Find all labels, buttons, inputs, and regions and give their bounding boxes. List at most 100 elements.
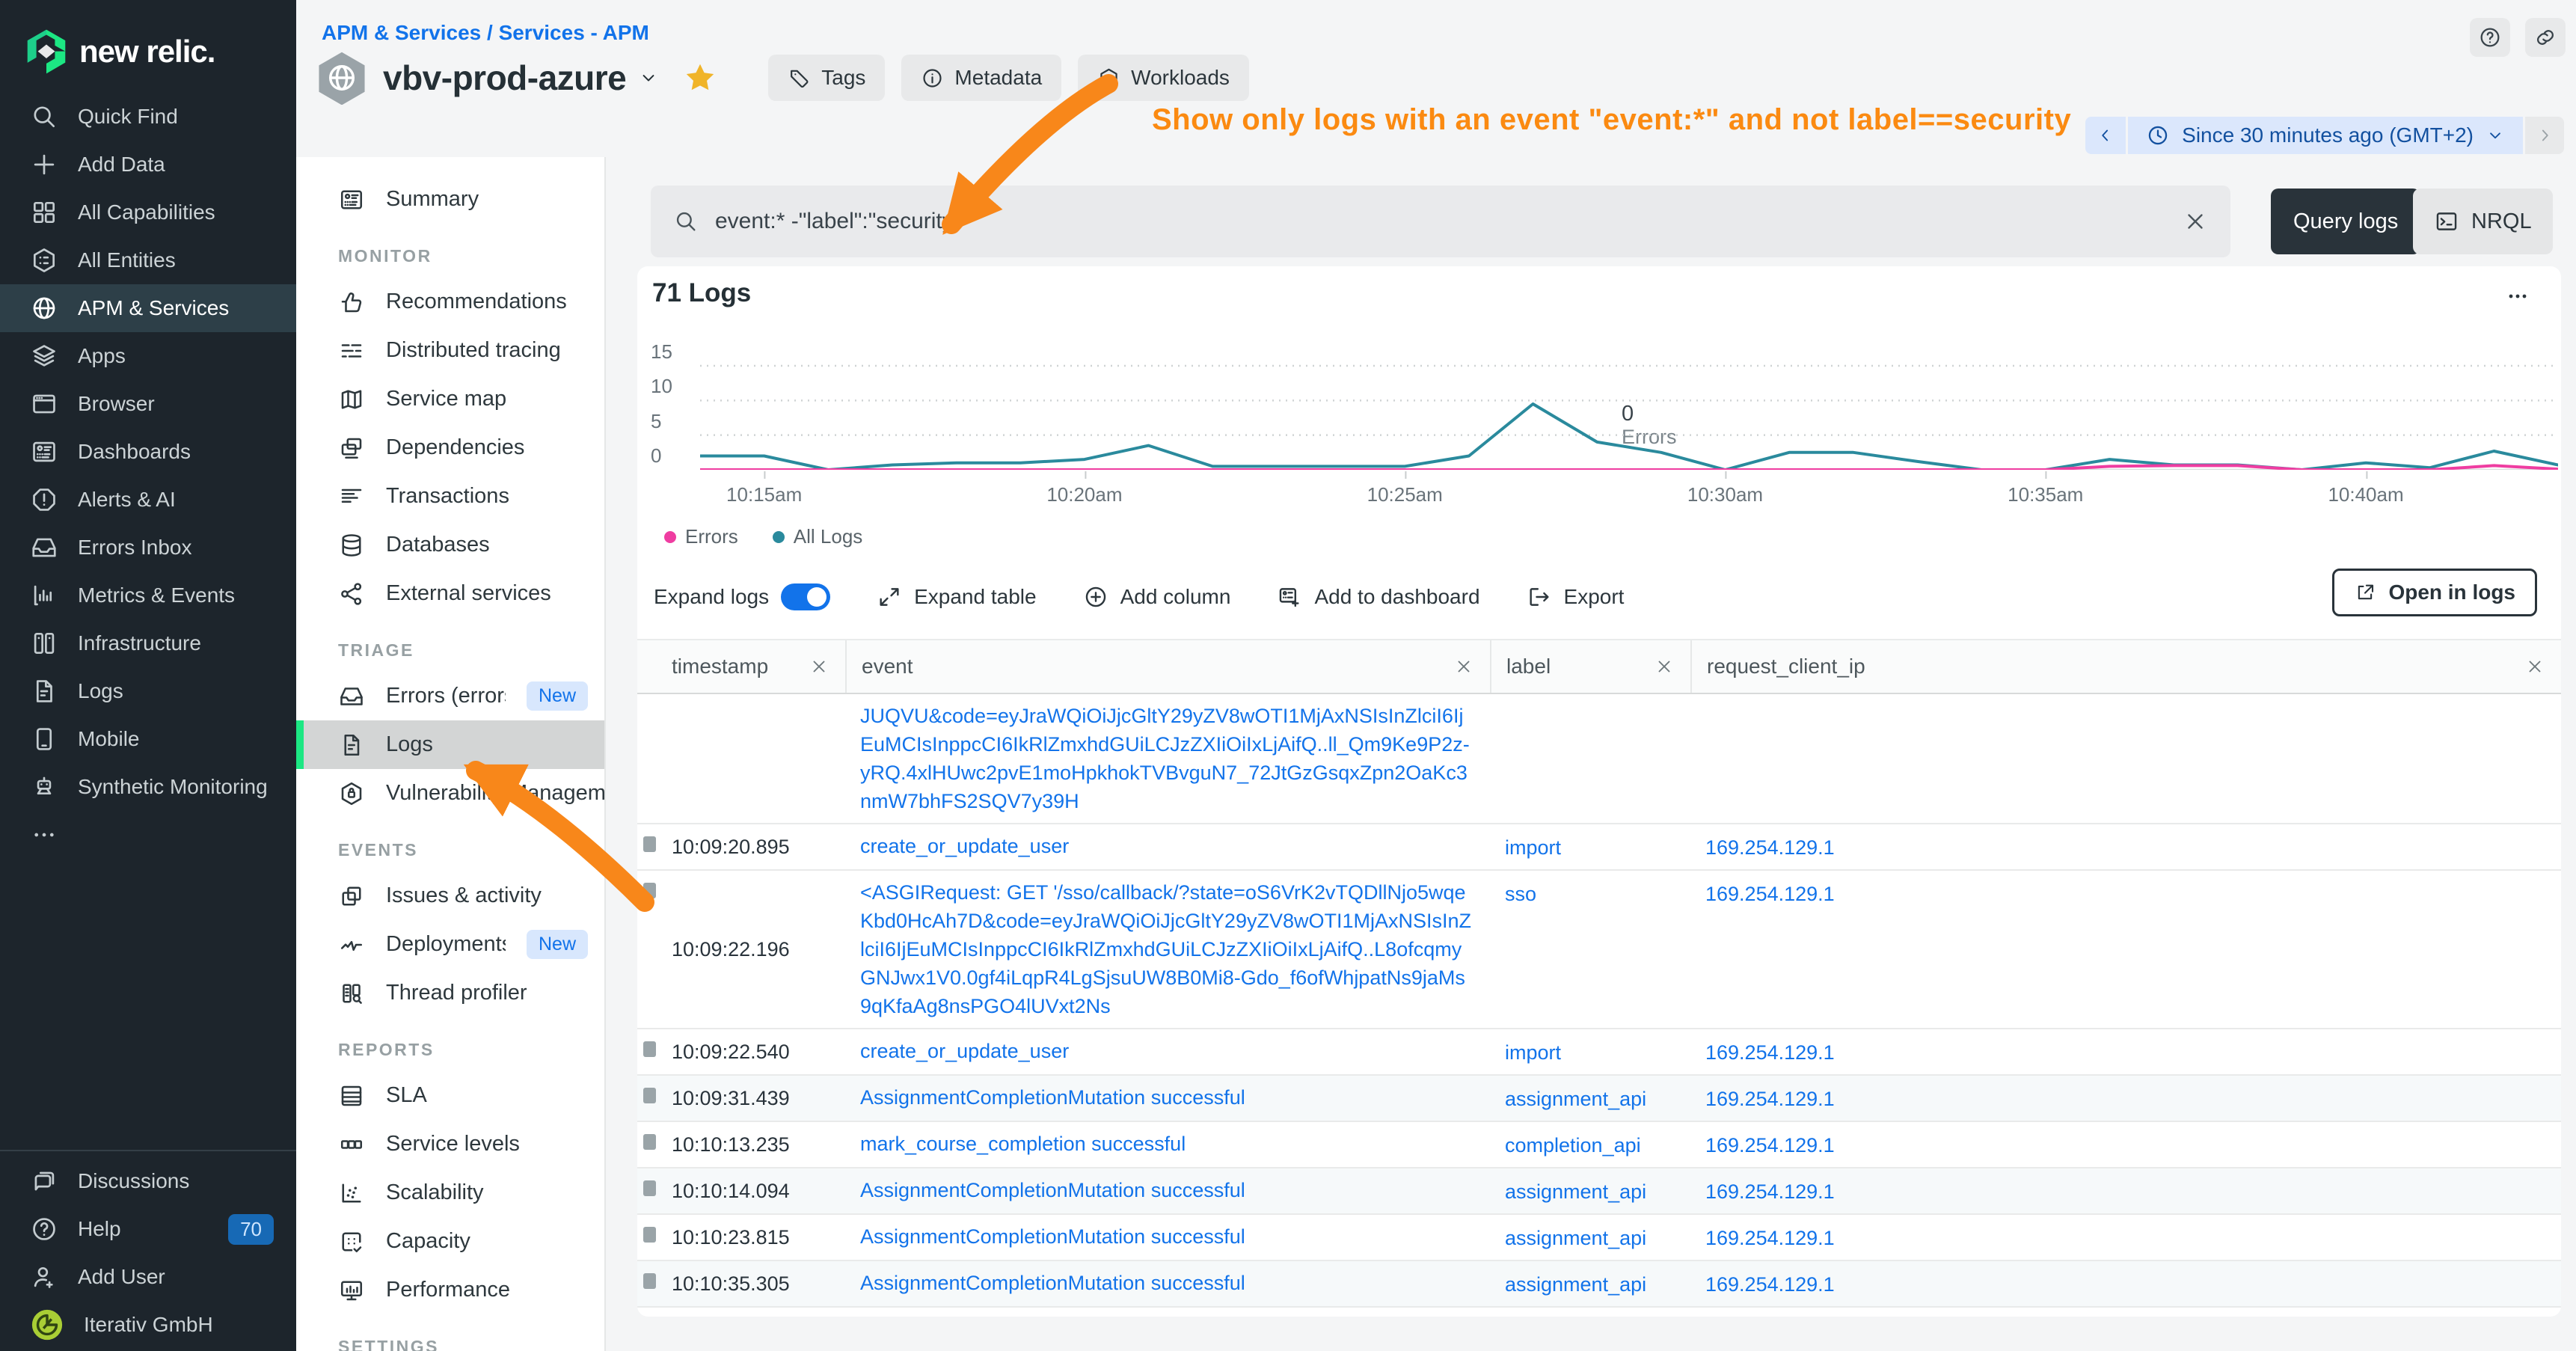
add-to-dashboard-button[interactable]: Add to dashboard	[1277, 584, 1479, 610]
subnav-item-dependencies[interactable]: Dependencies	[296, 423, 604, 472]
sidebar-item-metrics-events[interactable]: Metrics & Events	[0, 572, 296, 619]
sidebar-item-logs[interactable]: Logs	[0, 667, 296, 715]
copy-link-button[interactable]	[2525, 18, 2566, 57]
chevron-down-icon[interactable]	[638, 67, 659, 88]
ip-link[interactable]: 169.254.129.1	[1705, 880, 1835, 908]
sidebar-item-browser[interactable]: Browser	[0, 380, 296, 428]
subnav-item-service-levels[interactable]: Service levels	[296, 1120, 604, 1168]
subnav-item-logs[interactable]: Logs	[296, 720, 604, 769]
sidebar-item-apps[interactable]: Apps	[0, 332, 296, 380]
sidebar-item-synthetic-monitoring[interactable]: Synthetic Monitoring	[0, 763, 296, 811]
workloads-button[interactable]: Workloads	[1078, 55, 1249, 101]
subnav-item-vulnerability-management[interactable]: Vulnerability Management	[296, 769, 604, 818]
column-header-timestamp[interactable]: timestamp	[637, 640, 845, 693]
breadcrumb-apm-services[interactable]: APM & Services	[322, 21, 481, 44]
time-forward-button[interactable]	[2525, 117, 2564, 154]
remove-column-icon[interactable]	[809, 657, 829, 676]
favorite-star-icon[interactable]	[683, 61, 717, 95]
nrql-button[interactable]: NRQL	[2413, 189, 2553, 254]
sidebar-item-alerts-ai[interactable]: Alerts & AI	[0, 476, 296, 524]
query-logs-button[interactable]: Query logs	[2271, 189, 2420, 254]
tags-button[interactable]: Tags	[768, 55, 885, 101]
sidebar-item-add-data[interactable]: Add Data	[0, 141, 296, 189]
sidebar-item-dashboards[interactable]: Dashboards	[0, 428, 296, 476]
subnav-item-recommendations[interactable]: Recommendations	[296, 278, 604, 326]
table-row[interactable]: 10:09:22.540create_or_update_userimport1…	[637, 1029, 2561, 1076]
label-link[interactable]: import	[1505, 1038, 1561, 1067]
event-link[interactable]: AssignmentCompletionMutation successful	[860, 1272, 1245, 1294]
table-row[interactable]: 10:09:22.196<ASGIRequest: GET '/sso/call…	[637, 871, 2561, 1029]
entity-title[interactable]: vbv-prod-azure	[383, 58, 626, 98]
table-row[interactable]: 10:10:44.066AssignmentCompletionMutation…	[637, 1308, 2561, 1317]
subnav-item-errors-errors-inb[interactable]: Errors (errors inb...New	[296, 672, 604, 720]
event-link[interactable]: mark_course_completion successful	[860, 1133, 1186, 1155]
ip-link[interactable]: 169.254.129.1	[1705, 1085, 1835, 1113]
label-link[interactable]: import	[1505, 833, 1561, 862]
subnav-item-transactions[interactable]: Transactions	[296, 472, 604, 521]
subnav-item-sla[interactable]: SLA	[296, 1071, 604, 1120]
sidebar-item-errors-inbox[interactable]: Errors Inbox	[0, 524, 296, 572]
event-link[interactable]: create_or_update_user	[860, 835, 1069, 857]
ip-link[interactable]: 169.254.129.1	[1705, 1038, 1835, 1067]
help-button[interactable]	[2470, 18, 2510, 57]
table-row[interactable]: 10:10:14.094AssignmentCompletionMutation…	[637, 1168, 2561, 1215]
ip-link[interactable]: 169.254.129.1	[1705, 1131, 1835, 1159]
subnav-item-distributed-tracing[interactable]: Distributed tracing	[296, 326, 604, 375]
expand-logs-toggle[interactable]	[781, 583, 830, 610]
label-link[interactable]: assignment_api	[1505, 1270, 1646, 1299]
breadcrumb-services-apm[interactable]: Services - APM	[499, 21, 649, 44]
expand-table-button[interactable]: Expand table	[877, 584, 1036, 610]
subnav-item-scalability[interactable]: Scalability	[296, 1168, 604, 1217]
new-relic-logo[interactable]: new relic.	[25, 28, 215, 75]
row-marker[interactable]	[643, 1134, 656, 1150]
event-link[interactable]: <ASGIRequest: GET '/sso/callback/?state=…	[860, 881, 1471, 1017]
row-marker[interactable]	[643, 1273, 656, 1289]
event-link[interactable]: AssignmentCompletionMutation successful	[860, 1086, 1245, 1109]
ellipsis-menu-icon[interactable]	[2504, 283, 2531, 310]
sidebar-item-all-capabilities[interactable]: All Capabilities	[0, 189, 296, 236]
column-header-label[interactable]: label	[1490, 640, 1690, 693]
subnav-item-service-map[interactable]: Service map	[296, 375, 604, 423]
metadata-button[interactable]: Metadata	[901, 55, 1061, 101]
time-range-button[interactable]: Since 30 minutes ago (GMT+2)	[2128, 117, 2523, 154]
ip-link[interactable]: 169.254.129.1	[1705, 1224, 1835, 1252]
subnav-item-external-services[interactable]: External services	[296, 569, 604, 618]
label-link[interactable]: assignment_api	[1505, 1224, 1646, 1252]
ip-link[interactable]: 169.254.129.1	[1705, 833, 1835, 862]
add-column-button[interactable]: Add column	[1083, 584, 1231, 610]
clear-search-icon[interactable]	[2183, 209, 2208, 234]
sidebar-item-iterativ-gmbh[interactable]: Iterativ GmbH	[0, 1301, 296, 1349]
subnav-item-deployments[interactable]: DeploymentsNew	[296, 920, 604, 969]
legend-errors[interactable]: Errors	[664, 525, 738, 548]
table-row[interactable]: 10:10:13.235mark_course_completion succe…	[637, 1122, 2561, 1168]
table-row[interactable]: 10:09:20.895create_or_update_userimport1…	[637, 824, 2561, 871]
row-marker[interactable]	[643, 836, 656, 852]
sidebar-item-help[interactable]: Help70	[0, 1205, 296, 1253]
ip-link[interactable]: 169.254.129.1	[1705, 1177, 1835, 1206]
remove-column-icon[interactable]	[2525, 657, 2545, 676]
export-button[interactable]: Export	[1527, 584, 1625, 610]
remove-column-icon[interactable]	[1454, 657, 1473, 676]
subnav-item-thread-profiler[interactable]: Thread profiler	[296, 969, 604, 1017]
sidebar-item-apm-services[interactable]: APM & Services	[0, 284, 296, 332]
logs-search-input[interactable]: event:* -"label":"security"	[651, 186, 2230, 257]
table-row[interactable]: 10:09:31.439AssignmentCompletionMutation…	[637, 1076, 2561, 1122]
label-link[interactable]: sso	[1505, 880, 1536, 908]
label-link[interactable]: completion_api	[1505, 1131, 1641, 1159]
sidebar-item-add-user[interactable]: Add User	[0, 1253, 296, 1301]
column-header-request-client-ip[interactable]: request_client_ip	[1690, 640, 2561, 693]
sidebar-item-mobile[interactable]: Mobile	[0, 715, 296, 763]
subnav-item-issues-activity[interactable]: Issues & activity	[296, 871, 604, 920]
sidebar-item-quick-find[interactable]: Quick Find	[0, 93, 296, 141]
sidebar-item-all-entities[interactable]: All Entities	[0, 236, 296, 284]
row-marker[interactable]	[643, 1180, 656, 1196]
label-link[interactable]: assignment_api	[1505, 1177, 1646, 1206]
subnav-item-summary[interactable]: Summary	[296, 175, 604, 224]
remove-column-icon[interactable]	[1655, 657, 1674, 676]
time-back-button[interactable]	[2085, 117, 2126, 154]
row-marker[interactable]	[643, 1041, 656, 1057]
sidebar-item-discussions[interactable]: Discussions	[0, 1157, 296, 1205]
subnav-item-performance[interactable]: Performance	[296, 1266, 604, 1314]
subnav-item-databases[interactable]: Databases	[296, 521, 604, 569]
sidebar-item-infrastructure[interactable]: Infrastructure	[0, 619, 296, 667]
